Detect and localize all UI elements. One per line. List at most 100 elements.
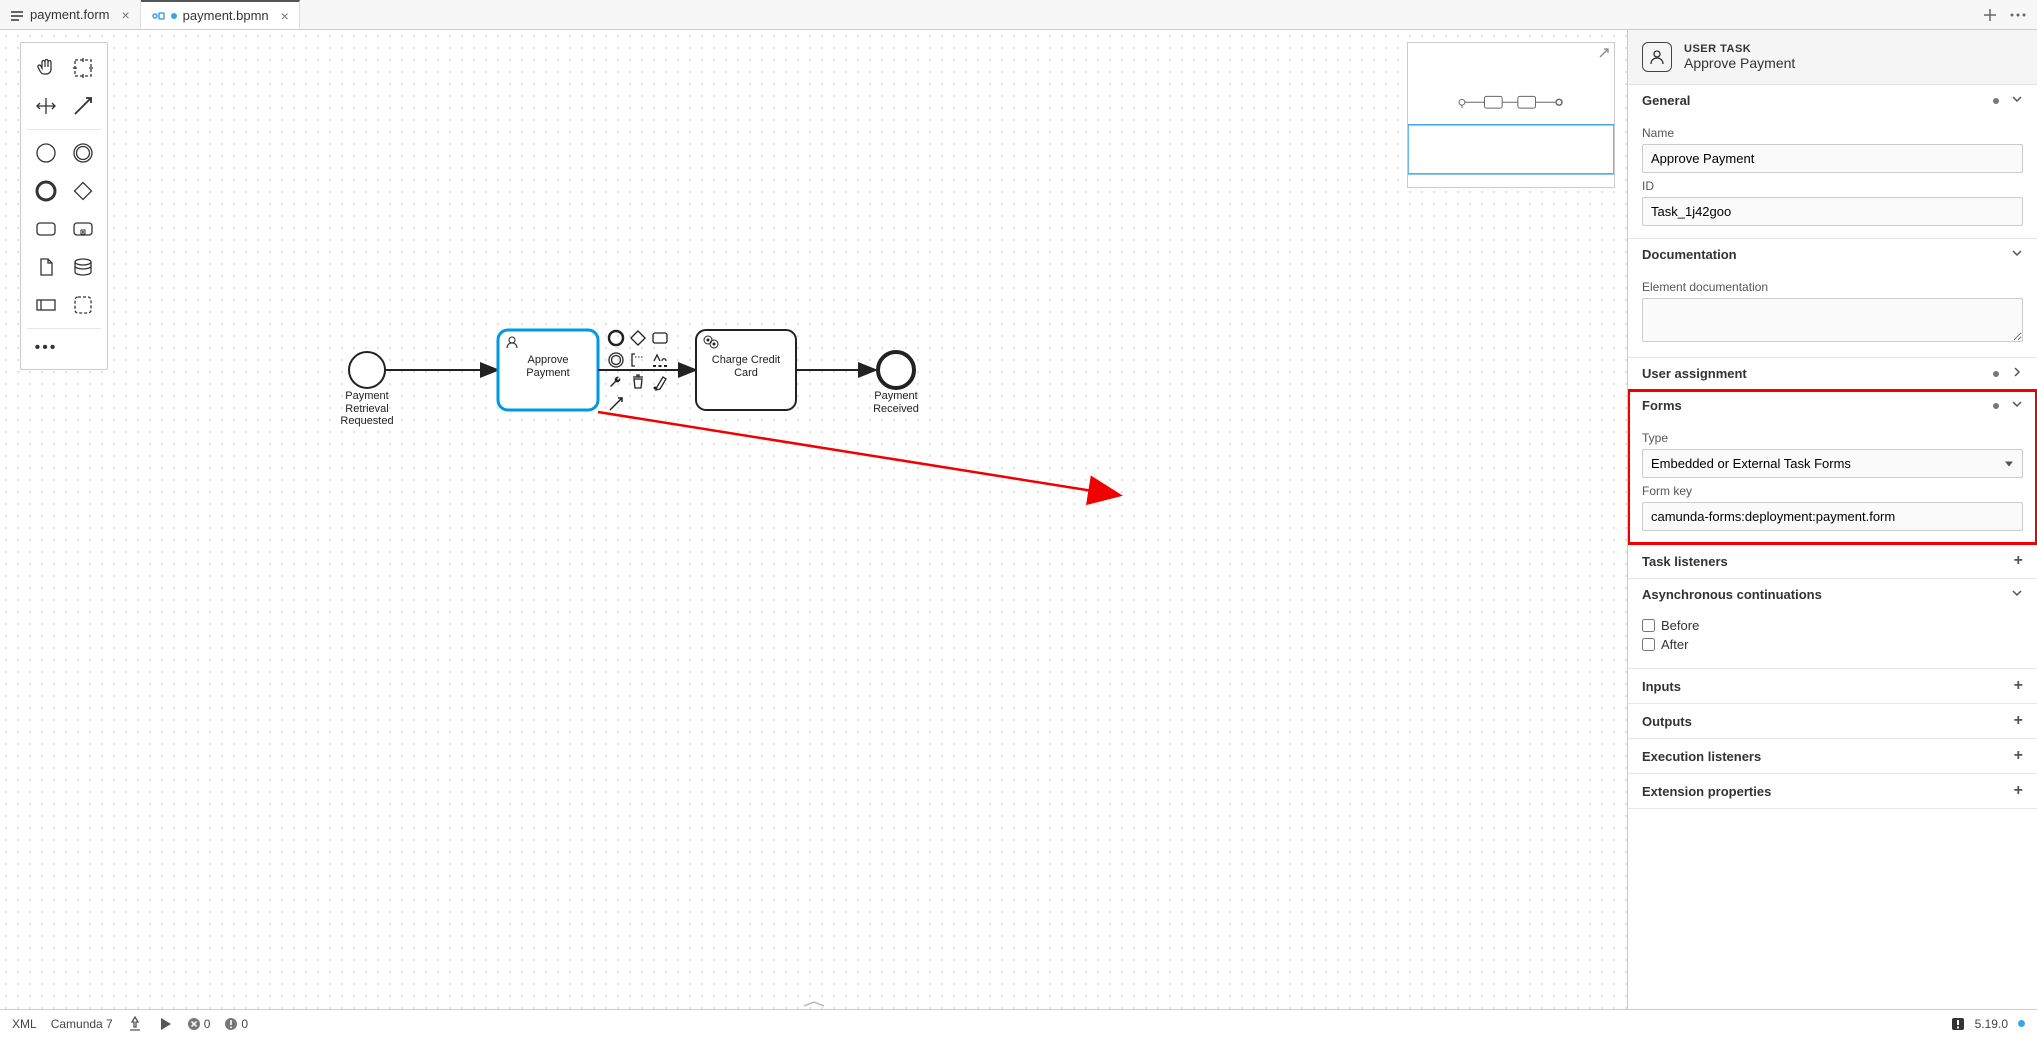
palette: ••• bbox=[20, 42, 108, 370]
warnings-badge[interactable]: 0 bbox=[224, 1017, 248, 1031]
append-task[interactable] bbox=[650, 328, 670, 348]
documentation-label: Element documentation bbox=[1642, 280, 2023, 294]
append-gateway[interactable] bbox=[628, 328, 648, 348]
section-outputs-header[interactable]: Outputs + bbox=[1628, 704, 2037, 738]
properties-panel: USER TASK Approve Payment General Name I… bbox=[1627, 30, 2037, 1009]
section-async-header[interactable]: Asynchronous continuations bbox=[1628, 579, 2037, 610]
async-after-checkbox[interactable] bbox=[1642, 638, 1655, 651]
end-event-label: Payment Received bbox=[856, 390, 936, 415]
tab-label: payment.form bbox=[30, 7, 109, 22]
name-label: Name bbox=[1642, 126, 2023, 140]
minimap[interactable] bbox=[1407, 42, 1615, 188]
panel-resize-handle[interactable] bbox=[794, 999, 834, 1009]
gateway-tool[interactable] bbox=[64, 172, 101, 210]
task-tool[interactable] bbox=[27, 210, 64, 248]
form-icon bbox=[10, 8, 24, 22]
run-icon[interactable] bbox=[157, 1016, 173, 1032]
connect-icon[interactable] bbox=[606, 394, 626, 414]
update-indicator bbox=[2018, 1020, 2025, 1027]
documentation-input[interactable] bbox=[1642, 298, 2023, 342]
delete-icon[interactable] bbox=[628, 372, 648, 392]
append-annotation[interactable] bbox=[628, 350, 648, 370]
start-event[interactable] bbox=[349, 352, 385, 388]
deploy-icon[interactable] bbox=[127, 1016, 143, 1032]
data-store-tool[interactable] bbox=[64, 248, 101, 286]
service-task-label: Charge Credit Card bbox=[704, 354, 788, 379]
add-icon[interactable]: + bbox=[2014, 747, 2023, 765]
color-icon[interactable] bbox=[650, 372, 670, 392]
add-icon[interactable]: + bbox=[2014, 782, 2023, 800]
tab-payment-form[interactable]: payment.form × bbox=[0, 0, 141, 29]
id-label: ID bbox=[1642, 179, 2023, 193]
palette-more[interactable]: ••• bbox=[27, 333, 65, 363]
lasso-tool[interactable] bbox=[64, 49, 101, 87]
chevron-down-icon bbox=[2011, 247, 2023, 262]
form-key-input[interactable] bbox=[1642, 502, 2023, 531]
group-tool[interactable] bbox=[64, 286, 101, 324]
async-after-label: After bbox=[1661, 637, 1688, 652]
minimap-collapse-icon[interactable] bbox=[1598, 47, 1610, 62]
properties-header: USER TASK Approve Payment bbox=[1628, 30, 2037, 85]
space-tool[interactable] bbox=[27, 87, 64, 125]
section-inputs: Inputs + bbox=[1628, 669, 2037, 704]
close-icon[interactable]: × bbox=[121, 7, 129, 23]
section-user-assignment-header[interactable]: User assignment bbox=[1628, 358, 2037, 389]
version-label[interactable]: 5.19.0 bbox=[1975, 1017, 2008, 1031]
end-event[interactable] bbox=[878, 352, 914, 388]
section-forms-header[interactable]: Forms bbox=[1628, 390, 2037, 421]
close-icon[interactable]: × bbox=[281, 8, 289, 24]
chevron-down-icon bbox=[2011, 587, 2023, 602]
form-type-select[interactable]: Embedded or External Task Forms bbox=[1642, 449, 2023, 478]
subprocess-tool[interactable] bbox=[64, 210, 101, 248]
participant-tool[interactable] bbox=[27, 286, 64, 324]
add-icon[interactable]: + bbox=[2014, 677, 2023, 695]
section-outputs: Outputs + bbox=[1628, 704, 2037, 739]
form-key-label: Form key bbox=[1642, 484, 2023, 498]
name-input[interactable] bbox=[1642, 144, 2023, 173]
add-icon[interactable]: + bbox=[2014, 552, 2023, 570]
section-task-listeners: Task listeners + bbox=[1628, 544, 2037, 579]
start-event-tool[interactable] bbox=[27, 134, 64, 172]
section-user-assignment: User assignment bbox=[1628, 358, 2037, 390]
status-bar: XML Camunda 7 0 0 5.19.0 bbox=[0, 1009, 2037, 1037]
form-type-label: Type bbox=[1642, 431, 2023, 445]
data-object-tool[interactable] bbox=[27, 248, 64, 286]
append-intermediate-event[interactable] bbox=[606, 350, 626, 370]
section-general: General Name ID bbox=[1628, 85, 2037, 239]
section-execution-listeners-header[interactable]: Execution listeners + bbox=[1628, 739, 2037, 773]
has-data-indicator bbox=[1993, 371, 1999, 377]
section-documentation: Documentation Element documentation bbox=[1628, 239, 2037, 358]
hand-tool[interactable] bbox=[27, 49, 64, 87]
section-task-listeners-header[interactable]: Task listeners + bbox=[1628, 544, 2037, 578]
tabs-bar: payment.form × payment.bpmn × bbox=[0, 0, 2037, 30]
append-end-event[interactable] bbox=[606, 328, 626, 348]
new-tab-button[interactable] bbox=[1981, 6, 1999, 24]
section-general-header[interactable]: General bbox=[1628, 85, 2037, 116]
add-icon[interactable]: + bbox=[2014, 712, 2023, 730]
global-connect-tool[interactable] bbox=[64, 87, 101, 125]
platform-label[interactable]: Camunda 7 bbox=[51, 1017, 113, 1031]
dirty-indicator bbox=[171, 13, 177, 19]
async-before-checkbox[interactable] bbox=[1642, 619, 1655, 632]
section-documentation-header[interactable]: Documentation bbox=[1628, 239, 2037, 270]
feedback-icon[interactable] bbox=[1951, 1017, 1965, 1031]
section-extension-properties-header[interactable]: Extension properties + bbox=[1628, 774, 2037, 808]
bpmn-icon bbox=[151, 9, 165, 23]
element-type-label: USER TASK bbox=[1684, 43, 1795, 55]
tab-payment-bpmn[interactable]: payment.bpmn × bbox=[141, 0, 300, 29]
end-event-tool[interactable] bbox=[27, 172, 64, 210]
chevron-right-icon bbox=[2011, 366, 2023, 381]
user-task-label: Approve Payment bbox=[506, 354, 590, 379]
has-data-indicator bbox=[1993, 98, 1999, 104]
xml-toggle[interactable]: XML bbox=[12, 1017, 37, 1031]
wrench-icon[interactable] bbox=[606, 372, 626, 392]
section-inputs-header[interactable]: Inputs + bbox=[1628, 669, 2037, 703]
errors-badge[interactable]: 0 bbox=[187, 1017, 211, 1031]
more-icon[interactable] bbox=[2009, 6, 2027, 24]
start-event-label: Payment Retrieval Requested bbox=[327, 390, 407, 428]
change-type[interactable] bbox=[650, 350, 670, 370]
id-input[interactable] bbox=[1642, 197, 2023, 226]
user-task-icon bbox=[1642, 42, 1672, 72]
canvas[interactable]: ••• bbox=[0, 30, 1627, 1009]
intermediate-event-tool[interactable] bbox=[64, 134, 101, 172]
